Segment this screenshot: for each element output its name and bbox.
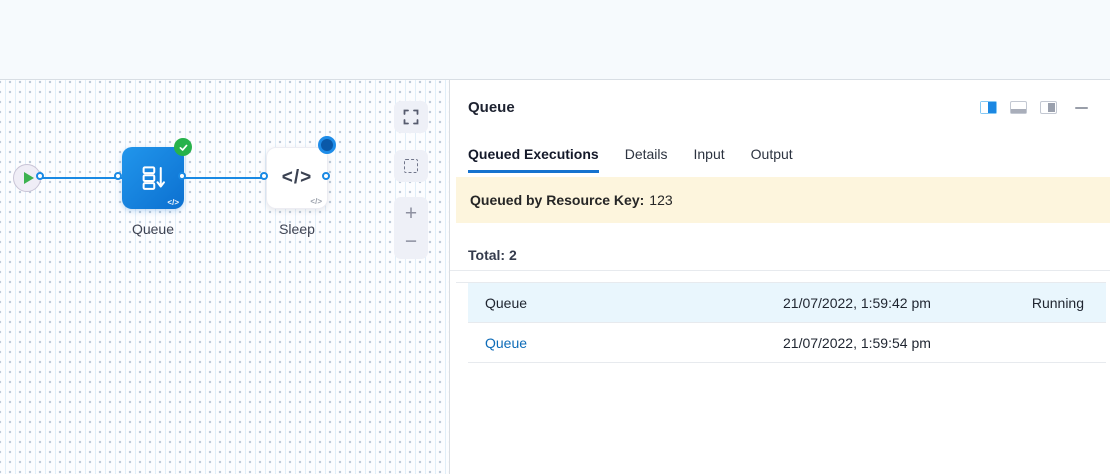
queued-status-badge	[318, 136, 336, 154]
layout-right-icon[interactable]	[1040, 101, 1057, 114]
code-corner-icon: </>	[167, 198, 179, 207]
edge-start-to-queue	[42, 177, 122, 179]
tab-input[interactable]: Input	[694, 146, 725, 173]
minimize-icon[interactable]	[1075, 107, 1088, 109]
code-corner-icon: </>	[310, 197, 322, 206]
code-icon: </>	[282, 167, 312, 189]
panel-header: Queue	[450, 80, 1110, 116]
panel-layout-controls	[980, 101, 1088, 114]
zoom-in-button[interactable]: +	[394, 200, 428, 228]
queue-output-port[interactable]	[178, 172, 186, 180]
panel-tabs: Queued Executions Details Input Output	[468, 146, 1110, 173]
panel-title: Queue	[468, 99, 515, 116]
play-icon	[24, 172, 34, 184]
banner-label: Queued by Resource Key:	[470, 192, 644, 208]
top-bar	[0, 0, 1110, 80]
start-output-port[interactable]	[36, 172, 44, 180]
layout-bottom-icon[interactable]	[1010, 101, 1027, 114]
execution-panel: Queue Queued Executions Details Input Ou…	[450, 80, 1110, 474]
execution-name-link[interactable]: Queue	[485, 335, 783, 351]
select-area-button[interactable]	[394, 150, 428, 182]
node-sleep[interactable]: </> </>	[266, 147, 328, 209]
tab-queued-executions[interactable]: Queued Executions	[468, 146, 599, 173]
execution-row[interactable]: Queue 21/07/2022, 1:59:42 pm Running	[468, 283, 1106, 323]
queue-input-port[interactable]	[114, 172, 122, 180]
execution-name: Queue	[485, 295, 783, 311]
node-queue[interactable]: </>	[122, 147, 184, 209]
sleep-output-port[interactable]	[322, 172, 330, 180]
total-count: Total: 2	[468, 247, 1110, 263]
marquee-icon	[404, 159, 418, 173]
resource-key-banner: Queued by Resource Key: 123	[456, 177, 1110, 223]
execution-timestamp: 21/07/2022, 1:59:54 pm	[783, 335, 954, 351]
node-label-sleep: Sleep	[266, 221, 328, 237]
edge-queue-to-sleep	[184, 177, 266, 179]
node-label-queue: Queue	[122, 221, 184, 237]
execution-list: Queue 21/07/2022, 1:59:42 pm Running Que…	[456, 282, 1106, 363]
zoom-button-group: + −	[394, 197, 428, 259]
queue-icon	[138, 163, 168, 193]
execution-timestamp: 21/07/2022, 1:59:42 pm	[783, 295, 954, 311]
banner-value: 123	[649, 192, 672, 208]
zoom-out-button[interactable]: −	[394, 228, 428, 256]
tab-output[interactable]: Output	[751, 146, 793, 173]
success-check-badge	[174, 138, 192, 156]
layout-split-left-icon[interactable]	[980, 101, 997, 114]
execution-row[interactable]: Queue 21/07/2022, 1:59:54 pm	[468, 323, 1106, 363]
fit-view-button[interactable]	[394, 101, 428, 133]
execution-status: Running	[954, 295, 1084, 311]
tab-details[interactable]: Details	[625, 146, 668, 173]
divider	[450, 270, 1110, 271]
workflow-canvas[interactable]: </> </> </> Queue Sleep	[0, 80, 450, 474]
expand-icon	[403, 109, 419, 125]
sleep-input-port[interactable]	[260, 172, 268, 180]
canvas-toolbar: + −	[394, 101, 428, 259]
